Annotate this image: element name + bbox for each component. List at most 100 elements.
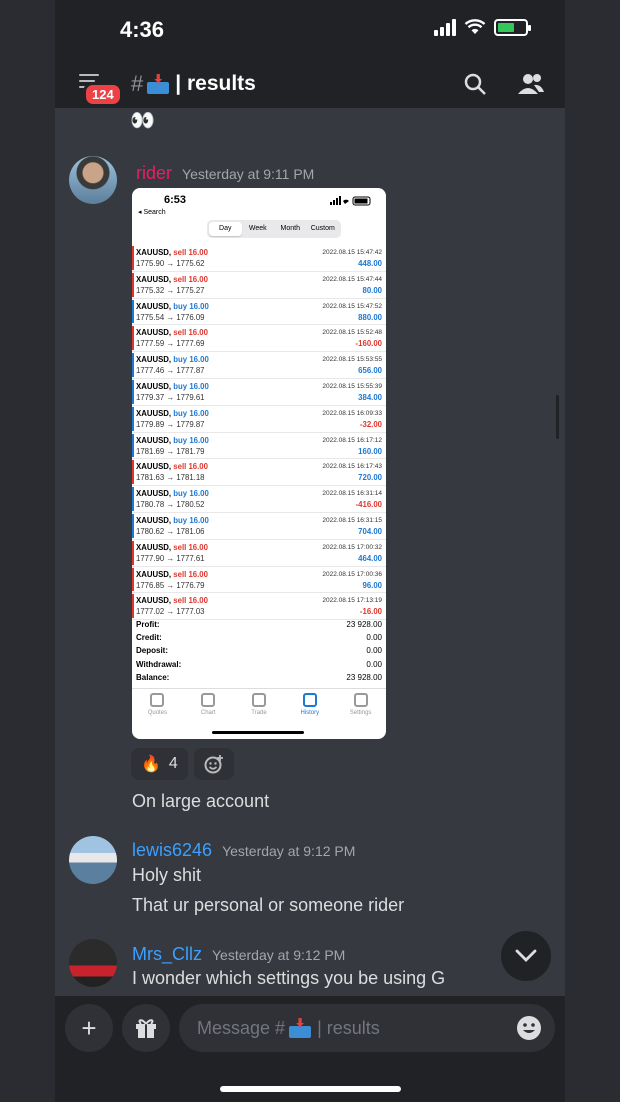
- trade-row[interactable]: XAUUSD, buy 16.00 1775.54 → 1776.09 2022.0…: [132, 299, 386, 326]
- summary-value: 0.00: [366, 659, 382, 669]
- arrow-icon: →: [164, 500, 177, 510]
- battery-icon: [494, 18, 531, 36]
- close-price: 1776.09: [176, 312, 205, 322]
- placeholder-channel: | results: [317, 1017, 380, 1038]
- trade-date: 2022.08.15 15:47:52: [322, 302, 382, 310]
- price-range: 1777.59 → 1777.69: [136, 339, 205, 348]
- trade-row[interactable]: XAUUSD, sell 16.00 1775.32 → 1775.27 2022.…: [132, 272, 386, 299]
- summary-value: 23 928.00: [346, 672, 382, 682]
- search-icon[interactable]: [463, 72, 487, 96]
- trade-row[interactable]: XAUUSD, sell 16.00 1775.90 → 1775.62 2022.…: [132, 245, 386, 272]
- arrow-icon: →: [164, 366, 177, 376]
- username-mrs-cllz[interactable]: Mrs_Cllz: [132, 944, 202, 965]
- trade-profit: 96.00: [362, 580, 382, 590]
- wifi-icon: [464, 19, 486, 34]
- message-list: 👀 rider Yesterday at 9:11 PM 6:53 ◂ Sear…: [55, 108, 565, 996]
- message-header: Mrs_Cllz Yesterday at 9:12 PM: [132, 944, 345, 965]
- attach-button[interactable]: +: [65, 1004, 113, 1052]
- trade-symbol: XAUUSD, sell 16.00: [136, 596, 208, 605]
- trade-volume: 16.00: [189, 408, 209, 418]
- segment-week: Week: [248, 225, 267, 232]
- trade-side: sell: [173, 462, 187, 472]
- symbol: XAUUSD,: [136, 248, 172, 257]
- side-indicator: [132, 272, 134, 297]
- jump-to-present-button[interactable]: [501, 931, 551, 981]
- summary-row: Withdrawal: 0.00: [136, 660, 382, 673]
- trade-row[interactable]: XAUUSD, sell 16.00 1781.63 → 1781.18 2022.…: [132, 459, 386, 487]
- trade-symbol: XAUUSD, sell 16.00: [136, 275, 208, 284]
- username-lewis6246[interactable]: lewis6246: [132, 840, 212, 861]
- trade-row[interactable]: XAUUSD, sell 16.00 1777.90 → 1777.61 2022.…: [132, 540, 386, 567]
- price-range: 1777.02 → 1777.03: [136, 607, 205, 616]
- close-price: 1779.61: [176, 392, 205, 402]
- avatar-mrs-cllz[interactable]: [69, 939, 117, 987]
- trade-profit: 704.00: [358, 526, 382, 536]
- tab-chart: Chart: [183, 689, 234, 728]
- price-range: 1777.90 → 1777.61: [136, 554, 205, 563]
- trade-symbol: XAUUSD, sell 16.00: [136, 543, 208, 552]
- open-price: 1776.85: [136, 580, 165, 590]
- trade-side: sell: [173, 274, 187, 284]
- symbol: XAUUSD,: [136, 569, 172, 579]
- price-range: 1779.37 → 1779.61: [136, 393, 205, 402]
- price-range: 1775.90 → 1775.62: [136, 259, 205, 268]
- username-rider[interactable]: rider: [136, 163, 172, 184]
- trade-row[interactable]: XAUUSD, sell 16.00 1777.59 → 1777.69 2022.…: [132, 325, 386, 353]
- summary-row: Credit: 0.00: [136, 633, 382, 646]
- symbol: XAUUSD,: [136, 596, 172, 606]
- side-indicator: [132, 246, 134, 270]
- trade-row[interactable]: XAUUSD, buy 16.00 1779.37 → 1779.61 2022.0…: [132, 379, 386, 406]
- trade-side: buy: [173, 435, 188, 445]
- add-reaction-button[interactable]: [193, 748, 234, 780]
- avatar-rider[interactable]: [69, 156, 117, 204]
- emoji-button[interactable]: [505, 1004, 553, 1052]
- trade-row[interactable]: XAUUSD, buy 16.00 1780.78 → 1780.52 2022.0…: [132, 486, 386, 513]
- trade-volume: 16.00: [189, 435, 209, 445]
- emoji-icon: [517, 1016, 541, 1040]
- symbol: XAUUSD,: [136, 328, 172, 338]
- arrow-icon: →: [164, 392, 177, 402]
- channel-header: 124 # | results: [75, 64, 545, 107]
- close-price: 1777.03: [176, 607, 205, 617]
- open-price: 1779.89: [136, 419, 165, 429]
- close-price: 1777.61: [176, 553, 205, 563]
- trade-row[interactable]: XAUUSD, buy 16.00 1779.89 → 1779.87 2022.0…: [132, 406, 386, 433]
- price-range: 1776.85 → 1776.79: [136, 581, 205, 590]
- members-icon[interactable]: [517, 72, 545, 96]
- avatar-lewis6246[interactable]: [69, 836, 117, 884]
- summary-value: 23 928.00: [346, 620, 382, 629]
- arrow-icon: →: [164, 259, 177, 268]
- trade-date: 2022.08.15 16:09:33: [322, 409, 382, 417]
- trade-row[interactable]: XAUUSD, buy 16.00 1777.46 → 1777.87 2022.0…: [132, 352, 386, 379]
- trade-date: 2022.08.15 17:00:36: [322, 570, 382, 578]
- price-range: 1779.89 → 1779.87: [136, 420, 205, 429]
- side-indicator: [132, 299, 134, 324]
- summary-label: Deposit:: [136, 646, 168, 656]
- trade-row[interactable]: XAUUSD, buy 16.00 1780.62 → 1781.06 2022.0…: [132, 513, 386, 540]
- side-indicator: [132, 540, 134, 565]
- summary-value: 0.00: [366, 646, 382, 656]
- channel-title[interactable]: | results: [175, 72, 256, 96]
- tab-quotes: Quotes: [132, 689, 183, 728]
- message-input[interactable]: Message # | results: [179, 1004, 555, 1052]
- trade-history-screenshot[interactable]: 6:53 ◂ Search Day Week Month Custom XAUU…: [132, 188, 386, 739]
- scrollbar-thumb[interactable]: [556, 395, 559, 439]
- close-price: 1780.52: [176, 500, 205, 510]
- symbol: XAUUSD,: [136, 542, 172, 552]
- trade-profit: -416.00: [355, 500, 382, 510]
- arrow-icon: →: [164, 607, 177, 617]
- fire-emoji: 🔥: [141, 756, 161, 773]
- trade-row[interactable]: XAUUSD, buy 16.00 1781.69 → 1781.79 2022.0…: [132, 433, 386, 460]
- side-indicator: [132, 353, 134, 377]
- gift-button[interactable]: [122, 1004, 170, 1052]
- trade-volume: 16.00: [188, 569, 208, 579]
- close-price: 1775.27: [176, 285, 205, 295]
- menu-button[interactable]: 124: [75, 66, 123, 107]
- trade-row[interactable]: XAUUSD, sell 16.00 1776.85 → 1776.79 2022.…: [132, 567, 386, 594]
- locked-channel-icon: #: [131, 71, 144, 96]
- trade-side: buy: [173, 381, 188, 391]
- inbox-tray-emoji: [289, 1018, 312, 1038]
- trade-date: 2022.08.15 15:52:48: [322, 329, 382, 337]
- trade-row[interactable]: XAUUSD, sell 16.00 1777.02 → 1777.03 2022.…: [132, 593, 386, 621]
- reaction-fire[interactable]: 🔥 4: [131, 748, 188, 780]
